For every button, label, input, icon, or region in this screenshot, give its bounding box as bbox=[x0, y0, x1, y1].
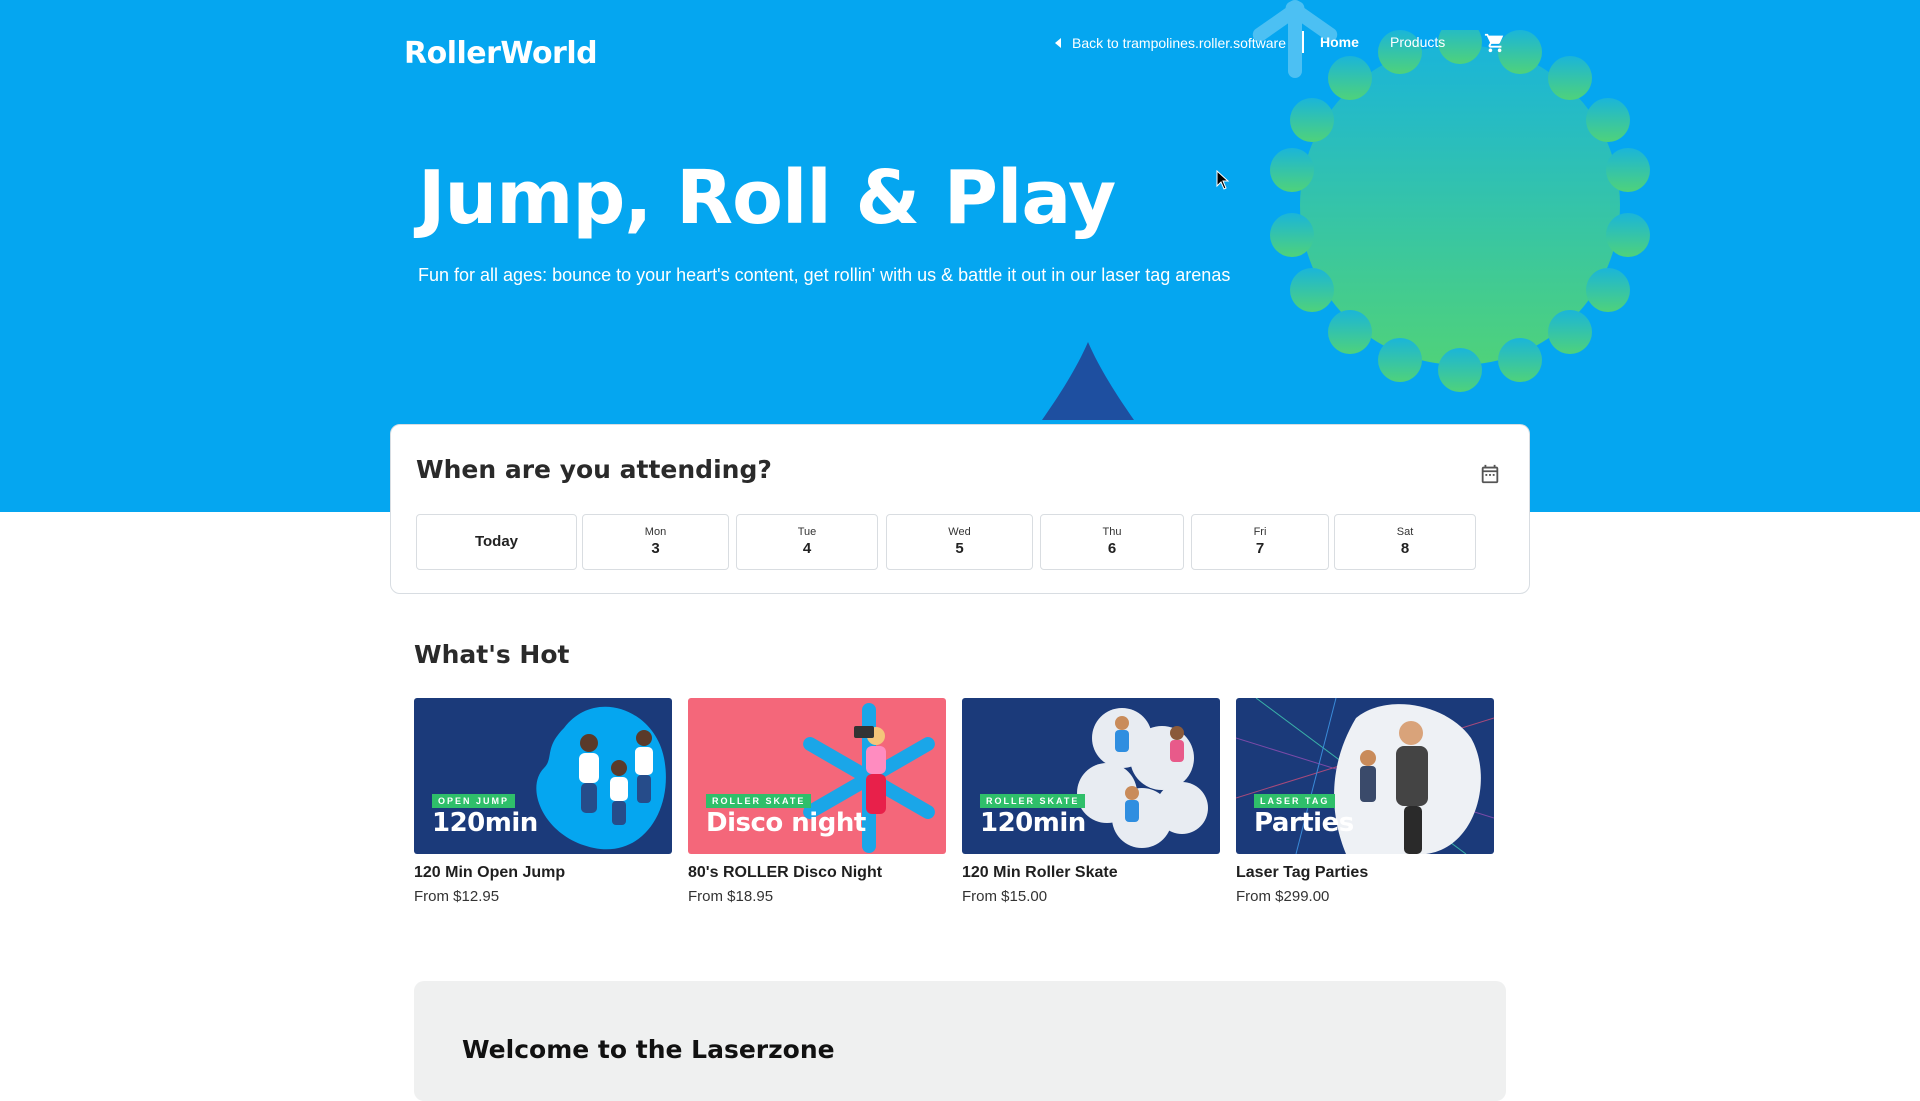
back-link[interactable]: Back to trampolines.roller.software bbox=[1052, 32, 1286, 54]
date-picker-card: When are you attending? Today Mon 3 Tue … bbox=[390, 424, 1530, 594]
nav-divider bbox=[1302, 31, 1304, 53]
product-image: ROLLER SKATE Disco night bbox=[688, 698, 946, 854]
whats-hot-heading: What's Hot bbox=[414, 640, 570, 669]
nav-products-link[interactable]: Products bbox=[1390, 34, 1445, 50]
product-name[interactable]: 80's ROLLER Disco Night bbox=[688, 864, 946, 882]
product-image: OPEN JUMP 120min bbox=[414, 698, 672, 854]
hero-subtitle: Fun for all ages: bounce to your heart's… bbox=[418, 265, 1231, 285]
day-number: 8 bbox=[1400, 540, 1410, 557]
product-price: From $15.00 bbox=[962, 888, 1048, 905]
day-button-wed[interactable]: Wed 5 bbox=[886, 514, 1033, 570]
day-of-week: Thu bbox=[1102, 526, 1122, 538]
decorative-burst-shape bbox=[1270, 30, 1650, 392]
product-banner-text: Parties bbox=[1254, 808, 1354, 838]
product-name[interactable]: 120 Min Open Jump bbox=[414, 864, 672, 882]
product-banner-text: Disco night bbox=[706, 808, 866, 838]
day-number: 3 bbox=[651, 540, 660, 557]
welcome-section: Welcome to the Laserzone bbox=[414, 981, 1506, 1101]
product-price: From $299.00 bbox=[1236, 888, 1330, 905]
calendar-icon[interactable] bbox=[1479, 463, 1501, 485]
welcome-heading: Welcome to the Laserzone bbox=[462, 1035, 835, 1064]
day-button-sat[interactable]: Sat 8 bbox=[1334, 514, 1476, 570]
hero-title: Jump, Roll & Play bbox=[418, 155, 1116, 241]
product-tag: LASER TAG bbox=[1254, 794, 1336, 808]
product-name[interactable]: 120 Min Roller Skate bbox=[962, 864, 1220, 882]
product-banner-text: 120min bbox=[980, 808, 1086, 838]
day-button-mon[interactable]: Mon 3 bbox=[582, 514, 729, 570]
product-card-disco-night[interactable]: ROLLER SKATE Disco night 80's ROLLER Dis… bbox=[688, 698, 946, 905]
day-of-week: Mon bbox=[644, 526, 667, 538]
product-image: ROLLER SKATE 120min bbox=[962, 698, 1220, 854]
product-card-roller-skate[interactable]: ROLLER SKATE 120min 120 Min Roller Skate… bbox=[962, 698, 1220, 905]
product-tag: OPEN JUMP bbox=[432, 794, 516, 808]
blob-shape bbox=[536, 706, 666, 850]
product-card-open-jump[interactable]: OPEN JUMP 120min 120 Min Open Jump From … bbox=[414, 698, 672, 905]
top-nav: Back to trampolines.roller.software Home… bbox=[0, 31, 1920, 62]
product-price: From $18.95 bbox=[688, 888, 774, 905]
day-number: 7 bbox=[1255, 540, 1265, 557]
day-number: 4 bbox=[802, 540, 812, 557]
back-link-label: Back to trampolines.roller.software bbox=[1072, 35, 1286, 51]
product-name[interactable]: Laser Tag Parties bbox=[1236, 864, 1494, 882]
decorative-triangle-shape bbox=[1042, 342, 1134, 420]
day-number: 6 bbox=[1107, 540, 1117, 557]
date-picker-heading: When are you attending? bbox=[416, 455, 772, 484]
cart-icon[interactable] bbox=[1484, 32, 1506, 54]
day-of-week: Tue bbox=[797, 526, 817, 538]
product-image: LASER TAG Parties bbox=[1236, 698, 1494, 854]
day-button-thu[interactable]: Thu 6 bbox=[1040, 514, 1184, 570]
product-tag: ROLLER SKATE bbox=[706, 794, 812, 808]
product-tag: ROLLER SKATE bbox=[980, 794, 1086, 808]
nav-home-link[interactable]: Home bbox=[1320, 34, 1359, 50]
day-number: 5 bbox=[955, 540, 964, 557]
product-banner-text: 120min bbox=[432, 808, 538, 838]
product-price: From $12.95 bbox=[414, 888, 500, 905]
chevron-left-icon bbox=[1055, 38, 1061, 48]
product-card-laser-tag[interactable]: LASER TAG Parties Laser Tag Parties From… bbox=[1236, 698, 1494, 905]
day-of-week: Fri bbox=[1253, 526, 1267, 538]
day-of-week: Sat bbox=[1396, 526, 1414, 538]
day-of-week: Wed bbox=[948, 526, 971, 538]
day-label: Today bbox=[474, 533, 519, 550]
day-button-tue[interactable]: Tue 4 bbox=[736, 514, 878, 570]
day-button-fri[interactable]: Fri 7 bbox=[1191, 514, 1329, 570]
mouse-cursor-icon bbox=[1216, 170, 1230, 190]
day-button-today[interactable]: Today bbox=[416, 514, 577, 570]
